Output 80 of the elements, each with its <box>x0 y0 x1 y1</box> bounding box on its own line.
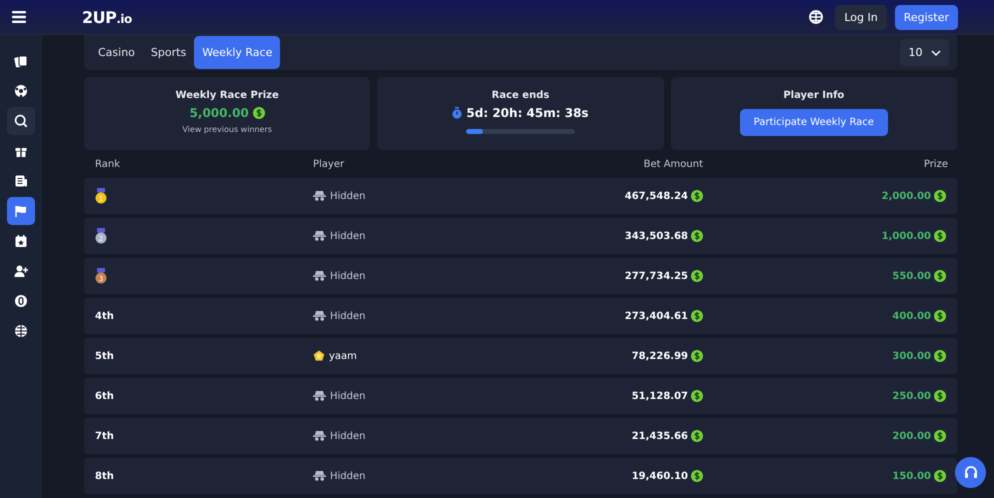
bet-amount: 51,128.07 <box>632 390 688 402</box>
player-name: Hidden <box>330 390 366 402</box>
incognito-icon <box>313 191 326 201</box>
prize-amount: 550.00 <box>892 270 931 282</box>
coin-icon <box>691 430 703 442</box>
prize-amount: 250.00 <box>892 390 931 402</box>
card-title: Race ends <box>492 90 550 102</box>
card-title: Player Info <box>783 90 844 102</box>
prize-amount: 2,000.00 <box>882 190 931 202</box>
page-size-select[interactable]: 10 <box>900 39 949 66</box>
chevron-down-icon <box>930 50 940 56</box>
coin-icon <box>934 430 946 442</box>
rank-text: 5th <box>95 350 114 362</box>
coin-icon <box>691 350 703 362</box>
player-name: Hidden <box>330 470 366 482</box>
login-button[interactable]: Log In <box>835 4 887 30</box>
rank-text: 7th <box>95 430 114 442</box>
bet-amount: 19,460.10 <box>632 470 688 482</box>
menu-icon[interactable] <box>12 11 26 23</box>
coin-icon <box>934 470 946 482</box>
incognito-icon <box>313 311 326 321</box>
player-name: Hidden <box>330 270 366 282</box>
rank-text: 6th <box>95 390 114 402</box>
coin-icon <box>691 230 703 242</box>
headset-icon <box>962 464 978 480</box>
bet-amount: 78,226.99 <box>632 350 688 362</box>
prize-amount: 5,000.00 <box>190 106 249 120</box>
tab[interactable]: Casino <box>90 36 143 70</box>
rank-text: 4th <box>95 310 114 322</box>
incognito-icon <box>313 231 326 241</box>
coin-icon <box>934 310 946 322</box>
logo[interactable]: 2UP.io <box>82 8 132 26</box>
column-header: Bet Amount <box>642 158 703 170</box>
register-button[interactable]: Register <box>894 4 958 30</box>
stopwatch-icon <box>452 107 462 120</box>
player-name: yaam <box>329 350 357 362</box>
coin-icon <box>934 230 946 242</box>
incognito-icon <box>313 471 326 481</box>
tab[interactable]: Weekly Race <box>194 36 280 70</box>
incognito-icon <box>313 431 326 441</box>
coin-icon <box>691 190 703 202</box>
bet-amount: 21,435.66 <box>632 430 688 442</box>
coin-icon <box>934 350 946 362</box>
coin-icon <box>691 270 703 282</box>
previous-winners-link[interactable]: View previous winners <box>182 125 272 134</box>
column-header: Rank <box>95 158 121 170</box>
flag-icon[interactable] <box>7 197 35 225</box>
prize-amount: 400.00 <box>892 310 931 322</box>
coin-icon <box>691 310 703 322</box>
column-header: Prize <box>922 158 948 170</box>
coin-icon <box>934 390 946 402</box>
prize-amount: 200.00 <box>892 430 931 442</box>
participate-button[interactable]: Participate Weekly Race <box>740 109 888 136</box>
player-name: Hidden <box>330 430 366 442</box>
bet-amount: 277,734.25 <box>624 270 688 282</box>
rank-text: 8th <box>95 470 114 482</box>
prize-amount: 1,000.00 <box>882 230 931 242</box>
globe-icon[interactable] <box>809 10 824 24</box>
bet-amount: 273,404.61 <box>624 310 688 322</box>
card-title: Weekly Race Prize <box>176 90 279 102</box>
player-name: Hidden <box>330 230 366 242</box>
coin-icon <box>691 390 703 402</box>
bet-amount: 343,503.68 <box>624 230 688 242</box>
coin-icon <box>252 107 265 120</box>
avatar-icon <box>313 350 325 362</box>
prize-amount: 150.00 <box>892 470 931 482</box>
player-name: Hidden <box>330 310 366 322</box>
incognito-icon <box>313 271 326 281</box>
player-name: Hidden <box>330 190 366 202</box>
coin-icon <box>934 270 946 282</box>
bet-amount: 467,548.24 <box>624 190 688 202</box>
search-icon[interactable] <box>7 107 35 135</box>
countdown: 5d: 20h: 45m: 38s <box>466 106 589 120</box>
coin-icon <box>934 190 946 202</box>
incognito-icon <box>313 391 326 401</box>
coin-icon <box>691 470 703 482</box>
prize-amount: 300.00 <box>892 350 931 362</box>
column-header: Player <box>313 158 346 170</box>
support-chat-button[interactable] <box>955 457 986 488</box>
tab[interactable]: Sports <box>142 36 194 70</box>
